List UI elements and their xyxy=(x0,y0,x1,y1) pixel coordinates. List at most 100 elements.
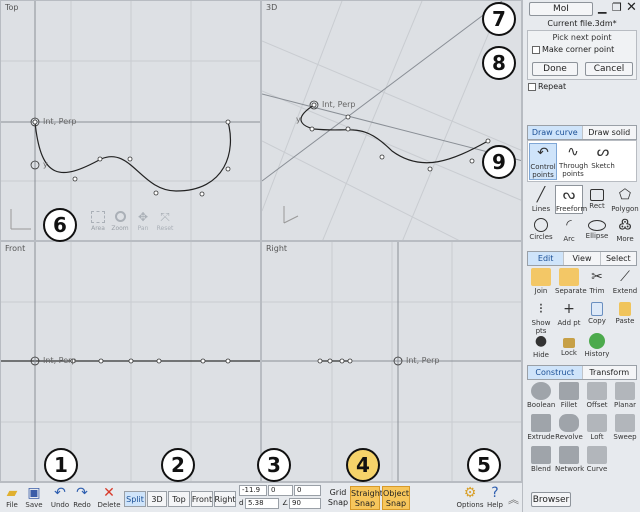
moi-app-button[interactable]: MoI xyxy=(529,2,593,16)
history-tool[interactable]: History xyxy=(583,332,611,358)
sweep-tool[interactable]: Sweep xyxy=(611,414,639,441)
bottom-toolbar: ▰ File ▣ Save ↶ Undo ↷ Redo ✕ Delete Split 3D… xyxy=(0,482,522,512)
delete-x-icon: ✕ xyxy=(103,485,115,501)
restore-icon[interactable]: ❐ xyxy=(612,1,622,14)
freeform-icon: ᔓ xyxy=(562,187,576,203)
magnifier-icon xyxy=(114,211,126,222)
viewport-3d[interactable]: 3D Int, Perp y xyxy=(261,0,522,241)
paste-tool[interactable]: Paste xyxy=(611,300,639,325)
3d-view-canvas xyxy=(262,1,521,240)
extrude-tool[interactable]: Extrude xyxy=(527,414,555,441)
viewport-right[interactable]: Right Int, Perp xyxy=(261,241,522,482)
viewport-top[interactable]: Top Int, Perp y Area Zoom ✥ Pan ⤧ Reset xyxy=(0,0,261,241)
add-pt-tool[interactable]: + Add pt xyxy=(555,300,583,327)
view-nav-zoom[interactable]: Zoom xyxy=(111,211,129,232)
cancel-button[interactable]: Cancel xyxy=(585,62,633,76)
polygon-tool[interactable]: ⬠ Polygon xyxy=(611,186,639,213)
ellipse-tool[interactable]: Ellipse xyxy=(583,216,611,240)
angle-input[interactable]: 90 xyxy=(289,498,321,509)
view-nav-reset[interactable]: ⤧ Reset xyxy=(156,211,174,232)
help-button[interactable]: ? Help xyxy=(485,485,505,509)
close-icon[interactable]: ✕ xyxy=(626,0,637,15)
view-nav-pan[interactable]: ✥ Pan xyxy=(134,211,152,232)
sweep-icon xyxy=(615,414,635,432)
extend-tool[interactable]: ⟋ Extend xyxy=(611,268,639,295)
control-points-tool[interactable]: ↶ Control points xyxy=(529,143,557,180)
boolean-tool[interactable]: Boolean xyxy=(527,382,555,409)
blend-tool[interactable]: Blend xyxy=(527,446,555,473)
distance-input[interactable]: 5.38 xyxy=(245,498,279,509)
construct-tabs: Construct Transform xyxy=(527,365,637,380)
trim-tool[interactable]: ✂ Trim xyxy=(583,268,611,295)
tab-draw-solid[interactable]: Draw solid xyxy=(583,126,637,139)
done-button[interactable]: Done xyxy=(532,62,578,76)
right-view-canvas xyxy=(262,242,521,481)
pan-arrows-icon: ✥ xyxy=(137,210,149,224)
lines-tool[interactable]: ╱ Lines xyxy=(527,186,555,213)
save-button[interactable]: ▣ Save xyxy=(23,485,45,509)
make-corner-checkbox[interactable] xyxy=(532,46,540,54)
distance-label: d xyxy=(239,499,244,507)
view-split-button[interactable]: Split xyxy=(124,491,146,507)
copy-tool[interactable]: Copy xyxy=(583,300,611,325)
coord-y-input[interactable]: 0 xyxy=(268,485,293,496)
tab-select[interactable]: Select xyxy=(601,252,636,265)
coord-z-input[interactable]: 0 xyxy=(294,485,321,496)
curve-surface-icon xyxy=(587,446,607,464)
network-tool[interactable]: Network xyxy=(555,446,584,473)
view-3d-button[interactable]: 3D xyxy=(147,491,167,507)
more-tool[interactable]: ߷ More xyxy=(611,216,639,243)
grid-snap-toggle[interactable]: Grid Snap xyxy=(326,486,350,510)
lock-tool[interactable]: Lock xyxy=(555,332,583,357)
view-right-button[interactable]: Right xyxy=(214,491,236,507)
viewport-front[interactable]: Front Int, Perp xyxy=(0,241,261,482)
circles-tool[interactable]: Circles xyxy=(527,216,555,241)
tab-transform[interactable]: Transform xyxy=(583,366,637,379)
options-gear-icon: ⚙ xyxy=(463,485,477,501)
tab-draw-curve[interactable]: Draw curve xyxy=(528,126,583,139)
callout-7: 7 xyxy=(482,2,516,36)
coord-x-input[interactable]: -11.9 xyxy=(239,485,267,496)
undo-button[interactable]: ↶ Undo xyxy=(49,485,71,509)
angle-label: ∠ xyxy=(282,499,289,507)
scissors-icon: ✂ xyxy=(591,269,603,285)
freeform-tool[interactable]: ᔓ Freeform xyxy=(555,185,587,214)
show-pts-tool[interactable]: ⁝ Show pts xyxy=(527,300,555,335)
separate-tool[interactable]: Separate xyxy=(555,268,587,295)
tab-construct[interactable]: Construct xyxy=(528,366,583,379)
revolve-tool[interactable]: Revolve xyxy=(555,414,583,441)
view-front-button[interactable]: Front xyxy=(191,491,213,507)
object-snap-toggle[interactable]: Object Snap xyxy=(382,486,410,510)
tab-edit[interactable]: Edit xyxy=(528,252,565,265)
minimize-icon[interactable]: ▁ xyxy=(598,1,606,14)
arc-tool[interactable]: ◜ Arc xyxy=(555,216,583,243)
view-nav-area[interactable]: Area xyxy=(89,211,107,232)
sketch-tool[interactable]: ᔕ Sketch xyxy=(589,143,617,170)
chevron-up-icon[interactable]: ︽ xyxy=(508,491,519,507)
tab-view[interactable]: View xyxy=(564,252,601,265)
join-icon xyxy=(531,268,551,286)
rect-tool[interactable]: Rect xyxy=(583,186,611,210)
repeat-checkbox[interactable] xyxy=(528,83,536,91)
front-view-canvas xyxy=(1,242,260,481)
redo-button[interactable]: ↷ Redo xyxy=(71,485,93,509)
hide-tool[interactable]: ● Hide xyxy=(527,332,555,359)
offset-tool[interactable]: Offset xyxy=(583,382,611,409)
join-tool[interactable]: Join xyxy=(527,268,555,295)
planar-tool[interactable]: Planar xyxy=(611,382,639,409)
browser-button[interactable]: Browser xyxy=(531,492,571,507)
loft-icon xyxy=(587,414,607,432)
extrude-icon xyxy=(531,414,551,432)
delete-button[interactable]: ✕ Delete xyxy=(96,485,122,509)
top-view-canvas xyxy=(1,1,260,240)
undo-icon: ↶ xyxy=(54,485,66,501)
file-button[interactable]: ▰ File xyxy=(2,485,22,509)
view-top-button[interactable]: Top xyxy=(168,491,190,507)
fillet-tool[interactable]: Fillet xyxy=(555,382,583,409)
history-icon xyxy=(589,333,605,349)
straight-snap-toggle[interactable]: Straight Snap xyxy=(350,486,383,510)
options-button[interactable]: ⚙ Options xyxy=(456,485,484,509)
curve-tool[interactable]: Curve xyxy=(583,446,611,473)
loft-tool[interactable]: Loft xyxy=(583,414,611,441)
through-points-tool[interactable]: ∿ Through points xyxy=(559,143,588,178)
